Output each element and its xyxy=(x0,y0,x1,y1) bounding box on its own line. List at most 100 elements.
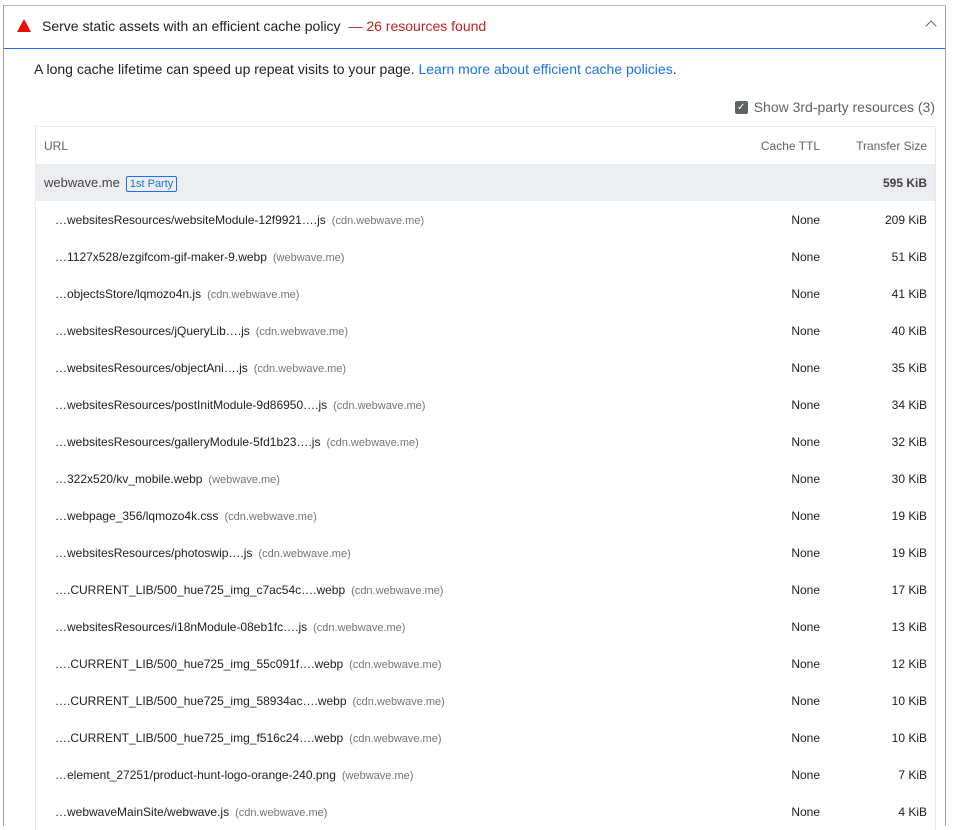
url-cell: ….CURRENT_LIB/500_hue725_img_c7ac54c….we… xyxy=(36,583,710,597)
url-cell: …websitesResources/galleryModule-5fd1b23… xyxy=(36,435,710,449)
resource-url[interactable]: …websitesResources/websiteModule-12f9921… xyxy=(55,213,326,227)
cache-ttl-cell: None xyxy=(791,767,820,782)
entity-cell: webwave.me 1st Party xyxy=(36,175,710,192)
cache-ttl-cell: None xyxy=(791,804,820,819)
cache-ttl-cell: None xyxy=(791,508,820,523)
url-cell: …websitesResources/photoswip….js (cdn.web… xyxy=(36,546,710,560)
transfer-size-cell: 4 KiB xyxy=(898,804,927,819)
table-row: …websitesResources/websiteModule-12f9921… xyxy=(36,201,935,238)
transfer-size-cell: 19 KiB xyxy=(891,545,927,560)
cache-ttl-cell: None xyxy=(791,545,820,560)
resource-url[interactable]: …websitesResources/photoswip….js xyxy=(55,546,252,560)
url-cell: …objectsStore/lqmozo4n.js (cdn.webwave.me… xyxy=(36,287,710,301)
cache-ttl-cell: None xyxy=(791,323,820,338)
transfer-size-cell: 32 KiB xyxy=(891,434,927,449)
url-cell: …websitesResources/jQueryLib….js (cdn.web… xyxy=(36,324,710,338)
resource-host: (webwave.me) xyxy=(341,769,414,782)
table-row: …element_27251/product-hunt-logo-orange-… xyxy=(36,756,935,793)
resource-host: (cdn.webwave.me) xyxy=(207,288,300,301)
header-transfer-size: Transfer Size xyxy=(856,138,927,153)
resource-url[interactable]: …objectsStore/lqmozo4n.js xyxy=(55,287,201,301)
url-cell: ….CURRENT_LIB/500_hue725_img_55c091f….we… xyxy=(36,657,710,671)
cache-ttl-cell: None xyxy=(791,471,820,486)
table-row: ….CURRENT_LIB/500_hue725_img_c7ac54c….we… xyxy=(36,571,935,608)
cache-ttl-cell: None xyxy=(791,582,820,597)
cache-ttl-cell: None xyxy=(791,730,820,745)
resource-host: (cdn.webwave.me) xyxy=(253,362,347,375)
checkbox-checked-icon[interactable]: ✓ xyxy=(734,100,748,114)
cache-ttl-cell: None xyxy=(791,397,820,412)
chevron-up-icon[interactable] xyxy=(925,20,937,32)
resource-url[interactable]: ….CURRENT_LIB/500_hue725_img_58934ac….we… xyxy=(55,694,347,708)
table-row: …objectsStore/lqmozo4n.js (cdn.webwave.me… xyxy=(36,275,935,312)
cache-ttl-cell: None xyxy=(791,619,820,634)
resources-table: URL Cache TTL Transfer Size webwave.me 1s… xyxy=(35,126,936,830)
url-cell: …322x520/kv_mobile.webp (webwave.me) xyxy=(36,472,710,486)
audit-header[interactable]: Serve static assets with an efficient ca… xyxy=(4,6,945,49)
entity-group-row: webwave.me 1st Party 595 KiB xyxy=(36,165,935,201)
first-party-badge: 1st Party xyxy=(125,175,178,192)
url-cell: …websitesResources/postInitModule-9d8695… xyxy=(36,398,710,412)
resource-url[interactable]: …websitesResources/jQueryLib….js xyxy=(55,324,250,338)
audit-title-text: Serve static assets with an efficient ca… xyxy=(42,18,341,34)
cache-ttl-cell: None xyxy=(791,249,820,264)
transfer-size-cell: 10 KiB xyxy=(891,730,927,745)
resource-url[interactable]: ….CURRENT_LIB/500_hue725_img_c7ac54c….we… xyxy=(55,583,345,597)
transfer-size-cell: 7 KiB xyxy=(898,767,927,782)
resource-url[interactable]: ….CURRENT_LIB/500_hue725_img_55c091f….we… xyxy=(55,657,343,671)
table-row: …websitesResources/postInitModule-9d8695… xyxy=(36,386,935,423)
header-url: URL xyxy=(44,138,69,153)
resource-host: (cdn.webwave.me) xyxy=(313,621,406,634)
resource-url[interactable]: …websitesResources/i18nModule-08eb1fc….j… xyxy=(55,620,307,634)
url-cell: …websitesResources/i18nModule-08eb1fc….j… xyxy=(36,620,710,634)
table-row: …322x520/kv_mobile.webp (webwave.me) None 3… xyxy=(36,460,935,497)
resource-url[interactable]: …webpage_356/lqmozo4k.css xyxy=(55,509,218,523)
resource-url[interactable]: …1127x528/ezgifcom-gif-maker-9.webp xyxy=(55,250,267,264)
resource-host: (webwave.me) xyxy=(208,473,280,486)
cache-ttl-cell: None xyxy=(791,360,820,375)
url-cell: ….CURRENT_LIB/500_hue725_img_f516c24….we… xyxy=(36,731,710,745)
show-3rd-party-label: Show 3rd-party resources (3) xyxy=(753,99,935,115)
transfer-size-cell: 34 KiB xyxy=(891,397,927,412)
learn-more-link[interactable]: Learn more about efficient cache policie… xyxy=(418,61,672,77)
transfer-size-cell: 10 KiB xyxy=(891,693,927,708)
audit-description: A long cache lifetime can speed up repea… xyxy=(34,61,677,77)
table-header: URL Cache TTL Transfer Size xyxy=(36,127,935,165)
transfer-size-cell: 30 KiB xyxy=(891,471,927,486)
description-text: A long cache lifetime can speed up repea… xyxy=(34,61,415,77)
table-row: …websitesResources/jQueryLib….js (cdn.web… xyxy=(36,312,935,349)
table-row: ….CURRENT_LIB/500_hue725_img_58934ac….we… xyxy=(36,682,935,719)
transfer-size-cell: 51 KiB xyxy=(891,249,927,264)
description-suffix: . xyxy=(672,61,677,77)
transfer-size-cell: 12 KiB xyxy=(891,656,927,671)
resource-host: (cdn.webwave.me) xyxy=(326,436,419,449)
transfer-size-cell: 19 KiB xyxy=(891,508,927,523)
resource-url[interactable]: …322x520/kv_mobile.webp xyxy=(55,472,202,486)
resource-url[interactable]: …element_27251/product-hunt-logo-orange-… xyxy=(55,768,336,782)
resource-host: (cdn.webwave.me) xyxy=(349,732,442,745)
table-row: …1127x528/ezgifcom-gif-maker-9.webp (webw… xyxy=(36,238,935,275)
url-cell: ….CURRENT_LIB/500_hue725_img_58934ac….we… xyxy=(36,694,710,708)
resource-host: (cdn.webwave.me) xyxy=(333,399,426,412)
table-rows: …websitesResources/websiteModule-12f9921… xyxy=(36,201,935,830)
url-cell: …websitesResources/websiteModule-12f9921… xyxy=(36,213,710,227)
transfer-size-cell: 41 KiB xyxy=(891,286,927,301)
warning-triangle-icon xyxy=(17,19,31,32)
cache-ttl-cell: None xyxy=(791,656,820,671)
url-cell: …element_27251/product-hunt-logo-orange-… xyxy=(36,768,710,782)
entity-name: webwave.me xyxy=(44,174,120,190)
table-row: …webpage_356/lqmozo4k.css (cdn.webwave.me… xyxy=(36,497,935,534)
resource-host: (cdn.webwave.me) xyxy=(351,584,444,597)
resource-host: (cdn.webwave.me) xyxy=(258,547,351,560)
show-3rd-party-toggle[interactable]: ✓ Show 3rd-party resources (3) xyxy=(734,99,935,115)
resource-url[interactable]: …websitesResources/objectAni….js xyxy=(55,361,248,375)
resource-url[interactable]: …webwaveMainSite/webwave.js xyxy=(55,805,229,819)
resource-url[interactable]: …websitesResources/galleryModule-5fd1b23… xyxy=(55,435,320,449)
table-row: ….CURRENT_LIB/500_hue725_img_f516c24….we… xyxy=(36,719,935,756)
cache-ttl-cell: None xyxy=(791,434,820,449)
transfer-size-cell: 40 KiB xyxy=(891,323,927,338)
table-row: ….CURRENT_LIB/500_hue725_img_55c091f….we… xyxy=(36,645,935,682)
resource-url[interactable]: ….CURRENT_LIB/500_hue725_img_f516c24….we… xyxy=(55,731,343,745)
resource-url[interactable]: …websitesResources/postInitModule-9d8695… xyxy=(55,398,327,412)
resource-host: (cdn.webwave.me) xyxy=(331,214,425,227)
